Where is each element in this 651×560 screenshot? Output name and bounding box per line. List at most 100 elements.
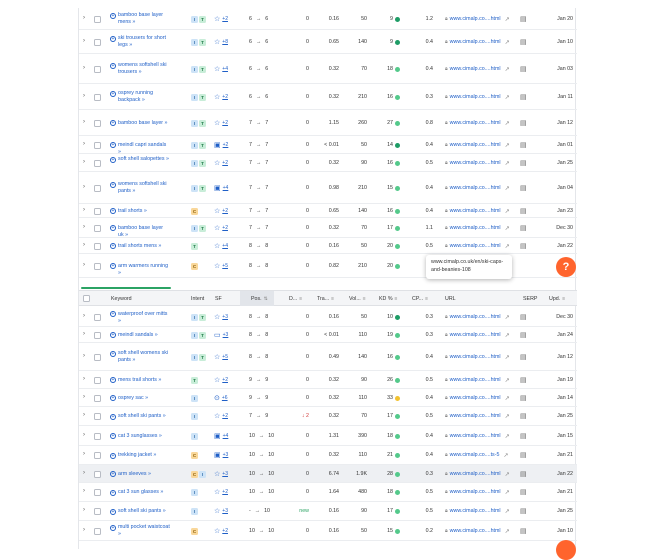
add-keyword-icon[interactable]: + bbox=[110, 395, 116, 401]
ranking-url[interactable]: 🔒︎ www.cimalp.co....html ↗ bbox=[445, 225, 510, 232]
expand-chevron-icon[interactable]: › bbox=[83, 451, 85, 457]
external-link-icon[interactable]: ↗ bbox=[505, 489, 510, 496]
expand-chevron-icon[interactable]: › bbox=[83, 313, 85, 319]
serp-features[interactable]: ☆ +2 bbox=[214, 224, 228, 232]
url-text[interactable]: www.cimalp.co....html bbox=[450, 413, 501, 420]
serp-features[interactable]: ☆ +4 bbox=[214, 242, 228, 250]
serp-features[interactable]: ▣ +4 bbox=[214, 432, 228, 440]
add-keyword-icon[interactable]: + bbox=[110, 90, 116, 97]
keyword-link[interactable]: + soft shell salopettes » bbox=[110, 156, 170, 163]
row-checkbox[interactable] bbox=[94, 207, 101, 215]
external-link-icon[interactable]: ↗ bbox=[505, 508, 510, 515]
keyword-link[interactable]: + meindl sandals » bbox=[110, 332, 170, 339]
ranking-url[interactable]: 🔒︎ www.cimalp.co....html ↗ bbox=[445, 142, 510, 149]
serp-features[interactable]: ☆ +2 bbox=[214, 119, 228, 127]
expand-chevron-icon[interactable]: › bbox=[83, 242, 85, 248]
serp-preview-icon[interactable]: ▤ bbox=[520, 432, 527, 440]
col-intent[interactable]: Intent bbox=[191, 296, 204, 302]
serp-features[interactable]: ☆ +2 bbox=[214, 207, 228, 215]
col-cpc[interactable]: CP... ≡ bbox=[412, 296, 428, 302]
row-checkbox[interactable] bbox=[94, 141, 101, 149]
serp-features-count[interactable]: +2 bbox=[222, 528, 228, 534]
serp-preview-icon[interactable]: ▤ bbox=[520, 224, 527, 232]
serp-features-count[interactable]: +3 bbox=[222, 508, 228, 514]
serp-features[interactable]: ☆ +2 bbox=[214, 488, 228, 496]
external-link-icon[interactable]: ↗ bbox=[505, 377, 510, 384]
keyword-link[interactable]: + arm sleeves » bbox=[110, 471, 170, 478]
serp-features-count[interactable]: +8 bbox=[222, 39, 228, 45]
serp-features-count[interactable]: +3 bbox=[222, 314, 228, 320]
row-checkbox[interactable] bbox=[94, 470, 101, 478]
serp-features-count[interactable]: +4 bbox=[223, 185, 229, 191]
ranking-url[interactable]: 🔒︎ www.cimalp.co....html ↗ bbox=[445, 39, 510, 46]
add-keyword-icon[interactable]: + bbox=[110, 181, 116, 188]
serp-preview-icon[interactable]: ▤ bbox=[520, 470, 527, 478]
keyword-link[interactable]: + soft shell ski pants » bbox=[110, 508, 170, 515]
ranking-url[interactable]: 🔒︎ www.cimalp.co....html ↗ bbox=[445, 354, 510, 361]
url-text[interactable]: www.cimalp.co....html bbox=[450, 489, 501, 496]
expand-chevron-icon[interactable]: › bbox=[83, 527, 85, 533]
add-keyword-icon[interactable]: + bbox=[110, 156, 116, 163]
row-checkbox[interactable] bbox=[94, 331, 101, 339]
external-link-icon[interactable]: ↗ bbox=[503, 452, 508, 459]
serp-features-count[interactable]: +4 bbox=[222, 243, 228, 249]
serp-preview-icon[interactable]: ▤ bbox=[520, 527, 527, 535]
add-keyword-icon[interactable]: + bbox=[110, 452, 116, 459]
row-checkbox[interactable] bbox=[94, 353, 101, 361]
ranking-url[interactable]: 🔒︎ www.cimalp.co....html ↗ bbox=[445, 413, 510, 420]
table-row[interactable]: › + waterproof over mitts » I T ☆ +3 8 → 8 0 0.16 50… bbox=[79, 308, 577, 327]
serp-features[interactable]: ▣ +2 bbox=[214, 141, 228, 149]
serp-features-count[interactable]: +2 bbox=[222, 160, 228, 166]
add-keyword-icon[interactable]: + bbox=[110, 508, 116, 515]
add-keyword-icon[interactable]: + bbox=[110, 142, 116, 148]
serp-features-count[interactable]: +2 bbox=[222, 120, 228, 126]
add-keyword-icon[interactable]: + bbox=[110, 413, 116, 420]
external-link-icon[interactable]: ↗ bbox=[505, 314, 510, 321]
table-row[interactable]: › + soft shell womens ski pants » I T ☆ +5 8 → 8 0… bbox=[79, 343, 577, 371]
ranking-url[interactable]: 🔒︎ www.cimalp.co....html ↗ bbox=[445, 66, 510, 73]
serp-preview-icon[interactable]: ▤ bbox=[520, 207, 527, 215]
table-row[interactable]: › + bamboo base layer mens » I T ☆ +2 6 → 6 0 0.16 5… bbox=[79, 8, 577, 30]
serp-features[interactable]: ☆ +2 bbox=[214, 527, 228, 535]
add-keyword-icon[interactable]: + bbox=[110, 350, 116, 357]
expand-chevron-icon[interactable]: › bbox=[83, 432, 85, 438]
serp-preview-icon[interactable]: ▤ bbox=[520, 313, 527, 321]
url-text[interactable]: www.cimalp.co....html bbox=[450, 377, 501, 384]
serp-features[interactable]: ☆ +2 bbox=[214, 412, 228, 420]
table-row[interactable]: › + mens trail shorts » T ☆ +2 9 → 9 0 0.32 90 26 0.5… bbox=[79, 371, 577, 389]
serp-features-count[interactable]: +2 bbox=[222, 208, 228, 214]
expand-chevron-icon[interactable]: › bbox=[83, 224, 85, 230]
keyword-link[interactable]: + cat 3 sunglasses » bbox=[110, 433, 170, 440]
expand-chevron-icon[interactable]: › bbox=[83, 394, 85, 400]
add-keyword-icon[interactable]: + bbox=[110, 62, 116, 69]
keyword-link[interactable]: + cat 3 sun glasses » bbox=[110, 489, 170, 496]
table-row[interactable]: › + trail shorts mens » T ☆ +4 8 → 8 0 0.16 50 20 0.5… bbox=[79, 238, 577, 254]
row-checkbox[interactable] bbox=[94, 159, 101, 167]
ranking-url[interactable]: 🔒︎ www.cimalp.co....html ↗ bbox=[445, 160, 510, 167]
serp-preview-icon[interactable]: ▤ bbox=[520, 93, 527, 101]
url-text[interactable]: www.cimalp.co....html bbox=[450, 314, 501, 321]
external-link-icon[interactable]: ↗ bbox=[505, 39, 510, 46]
table-row[interactable]: › + cat 3 sunglasses » I ▣ +4 10 → 10 0 1.31 390 18 0… bbox=[79, 426, 577, 446]
serp-features[interactable]: ☆ +5 bbox=[214, 353, 228, 361]
expand-chevron-icon[interactable]: › bbox=[83, 470, 85, 476]
url-text[interactable]: www.cimalp.co....html bbox=[450, 528, 501, 535]
row-checkbox[interactable] bbox=[94, 242, 101, 250]
serp-preview-icon[interactable]: ▤ bbox=[520, 38, 527, 46]
expand-chevron-icon[interactable]: › bbox=[83, 376, 85, 382]
keyword-link[interactable]: + arm warmers running » bbox=[110, 263, 170, 277]
serp-preview-icon[interactable]: ▤ bbox=[520, 184, 527, 192]
url-text[interactable]: www.cimalp.co....ts-5 bbox=[450, 452, 500, 459]
expand-chevron-icon[interactable]: › bbox=[83, 93, 85, 99]
row-checkbox[interactable] bbox=[94, 262, 101, 270]
serp-features[interactable]: ▣ +3 bbox=[214, 451, 228, 459]
serp-features-count[interactable]: +2 bbox=[222, 16, 228, 22]
ranking-url[interactable]: 🔒︎ www.cimalp.co....html ↗ bbox=[445, 377, 510, 384]
serp-features[interactable]: ☆ +5 bbox=[214, 262, 228, 270]
keyword-link[interactable]: + bamboo base layer » bbox=[110, 120, 170, 127]
serp-features[interactable]: ☆ +2 bbox=[214, 93, 228, 101]
external-link-icon[interactable]: ↗ bbox=[505, 471, 510, 478]
ranking-url[interactable]: 🔒︎ www.cimalp.co....html ↗ bbox=[445, 508, 510, 515]
serp-features-count[interactable]: +5 bbox=[222, 354, 228, 360]
ranking-url[interactable]: 🔒︎ www.cimalp.co....html ↗ bbox=[445, 16, 510, 23]
